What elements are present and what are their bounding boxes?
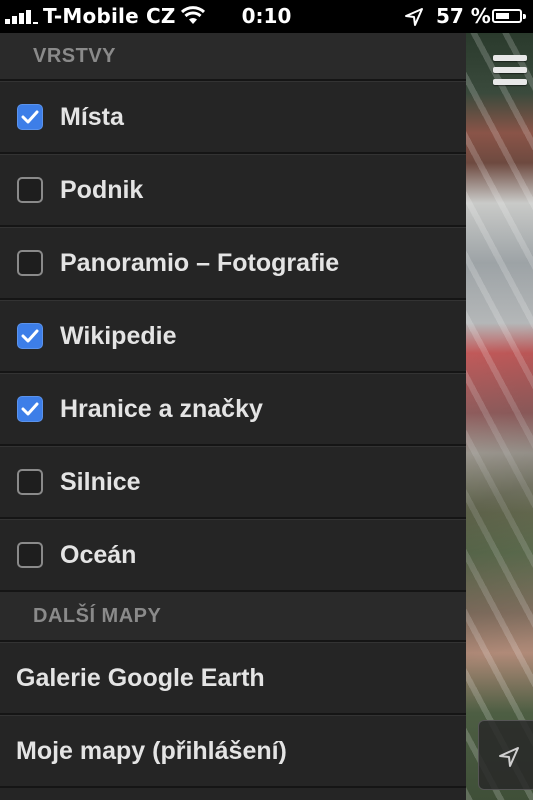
battery-percent: 57 % [436, 4, 491, 28]
layer-row[interactable]: Oceán [0, 519, 466, 592]
layer-label: Podnik [60, 175, 144, 204]
checkbox-unchecked[interactable] [17, 177, 43, 203]
layers-list: Místa Podnik Panoramio – Fotografie Wikiped… [0, 81, 466, 592]
layer-label: Oceán [60, 540, 137, 569]
layer-label: Panoramio – Fotografie [60, 248, 340, 277]
checkmark-icon [21, 110, 39, 124]
checkbox-checked[interactable] [17, 396, 43, 422]
checkbox-checked[interactable] [17, 323, 43, 349]
layer-label: Hranice a značky [60, 394, 263, 423]
status-bar: T-Mobile CZ 0:10 57 % [0, 0, 533, 33]
layer-row[interactable]: Panoramio – Fotografie [0, 227, 466, 300]
layers-panel: VRSTVY Místa Podnik Panoramio – Fotografie… [0, 33, 466, 800]
layer-row[interactable]: Podnik [0, 154, 466, 227]
more-maps-section-header: DALŠÍ MAPY [0, 592, 466, 642]
layer-row[interactable]: Silnice [0, 446, 466, 519]
satellite-map[interactable] [466, 33, 533, 800]
layer-row[interactable]: Místa [0, 81, 466, 154]
location-arrow-icon [405, 8, 423, 26]
checkmark-icon [21, 402, 39, 416]
location-arrow-icon [499, 747, 519, 767]
layer-label: Wikipedie [60, 321, 177, 350]
layer-row[interactable]: Hranice a značky [0, 373, 466, 446]
more-maps-list: Galerie Google Earth Moje mapy (přihlášen… [0, 642, 466, 788]
more-maps-label: Galerie Google Earth [16, 663, 265, 692]
layer-label: Silnice [60, 467, 141, 496]
checkbox-unchecked[interactable] [17, 250, 43, 276]
layer-row[interactable]: Wikipedie [0, 300, 466, 373]
layers-section-header: VRSTVY [0, 33, 466, 81]
checkbox-unchecked[interactable] [17, 469, 43, 495]
more-maps-item[interactable]: Galerie Google Earth [0, 642, 466, 715]
checkmark-icon [21, 329, 39, 343]
more-maps-label: Moje mapy (přihlášení) [16, 736, 287, 765]
battery-icon [492, 9, 526, 23]
layer-label: Místa [60, 102, 124, 131]
checkbox-checked[interactable] [17, 104, 43, 130]
locate-button[interactable] [478, 720, 533, 790]
hamburger-menu-icon[interactable] [493, 55, 527, 85]
more-maps-item[interactable]: Moje mapy (přihlášení) [0, 715, 466, 788]
checkbox-unchecked[interactable] [17, 542, 43, 568]
